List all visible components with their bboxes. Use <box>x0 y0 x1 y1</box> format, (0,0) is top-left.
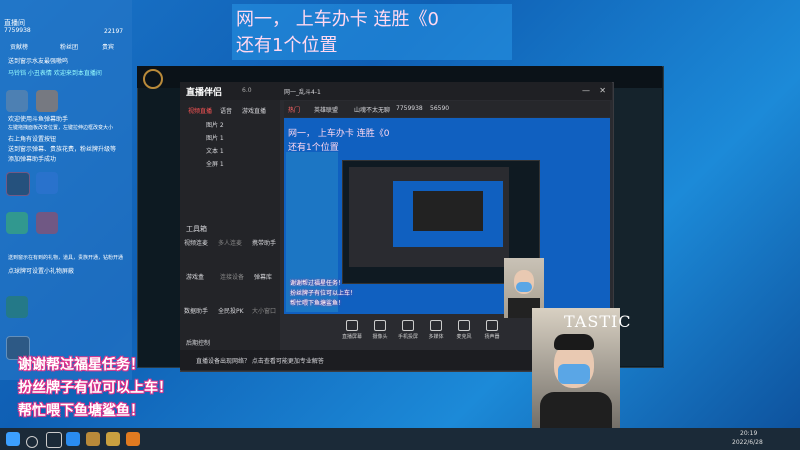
source-item[interactable]: 全屏 1 <box>206 159 224 168</box>
mask <box>558 364 590 384</box>
tool-item[interactable]: 连接设备 <box>220 272 244 281</box>
tool-item[interactable]: 后期控制 <box>186 338 210 347</box>
tool-item[interactable]: 视频连麦 <box>184 238 208 247</box>
overlay-line-2: 扮丝牌子有位可以上车！ <box>18 380 172 396</box>
stream-headline: 网一， 上车办卡 连胜《0 还有1个位置 <box>232 4 512 60</box>
media-icon <box>430 320 442 331</box>
tool-item[interactable]: 大小窗口 <box>252 306 276 315</box>
stream-preview: 网一， 上车办卡 连胜《0 还有1个位置 谢谢帮过福星任务！ 扮丝牌子有位可以上… <box>284 118 610 314</box>
screen-icon <box>346 320 358 331</box>
overlay-line-3: 帮忙喂下鱼塘鲨鱼！ <box>18 403 144 419</box>
toolbar-mobile-button[interactable]: 手机投屏 <box>396 320 420 340</box>
tab-game-live[interactable]: 游戏直播 <box>242 106 266 115</box>
toolbar-media-button[interactable]: 多媒体 <box>424 320 448 340</box>
app-icon-4[interactable] <box>126 432 140 446</box>
taskview-icon[interactable] <box>46 432 62 448</box>
chat-message: 送到窗示水友最强嗷呜 <box>8 58 69 65</box>
chat-message: 欢迎使用斗鱼弹幕助手 <box>8 116 69 123</box>
room-title: 网一_乱斗4-1 <box>284 89 321 96</box>
app-icon-3[interactable] <box>106 432 120 446</box>
chat-message: 左键拖拽面板改变位置，左键拉伸边框改变大小 <box>8 125 114 131</box>
source-item[interactable]: 图片 1 <box>206 133 224 142</box>
app-sidebar: 视频直播 语音 游戏直播 图片 2 图片 1 文本 1 全屏 1 工具箱 视频连… <box>180 100 280 350</box>
tool-item[interactable]: 游戏盒 <box>186 272 204 281</box>
toolbar-screen-button[interactable]: 直播屏幕 <box>340 320 364 340</box>
tool-item[interactable]: 数据助手 <box>184 306 208 315</box>
tab-vip[interactable]: 贵宾 <box>102 42 114 51</box>
source-item[interactable]: 文本 1 <box>206 146 224 155</box>
speaker-icon <box>486 320 498 331</box>
tool-item[interactable]: 携带助手 <box>252 238 276 247</box>
viewer-count: 22197 <box>104 28 124 35</box>
minimize-icon[interactable]: — <box>582 86 590 95</box>
network-notice[interactable]: 直播设备出现网络？ 点击查看可能更加专业解答 <box>196 356 324 365</box>
room-id: 7759938 <box>4 27 31 34</box>
app-version: 6.0 <box>242 87 252 94</box>
search-icon[interactable] <box>26 436 38 448</box>
room-tag: 英雄联盟 <box>314 107 339 114</box>
chat-message: 右上角有设置按钮 <box>8 136 57 143</box>
danmaku-panel: 直播间 7759938 22197 贡献榜 粉丝团 贵宾 送到窗示水友最强嗷呜 … <box>0 0 132 380</box>
room-id: 7759938 <box>396 105 423 112</box>
toolbar-camera-button[interactable]: 摄像头 <box>368 320 392 340</box>
app-icon-1[interactable] <box>66 432 80 446</box>
chat-message: 送到窗示在有到的礼物，道具，贵族开通，钻粉开通 <box>8 255 124 261</box>
taskbar-time: 20:19 <box>740 430 758 437</box>
mobile-icon <box>402 320 414 331</box>
start-icon[interactable] <box>6 432 20 446</box>
tab-voice[interactable]: 语音 <box>220 106 232 115</box>
tab-video-live[interactable]: 视频直播 <box>188 106 212 115</box>
overlay-line-1: 谢谢帮过福星任务！ <box>18 357 144 373</box>
chat-message: 送到窗示弹幕、贵族花费，粉丝牌升级等 <box>8 146 117 153</box>
headline-line-2: 还有1个位置 <box>236 35 338 56</box>
app-titlebar: 直播伴侣 6.0 网一_乱斗4-1 ✕ — <box>180 82 612 100</box>
preview-headline: 网一， 上车办卡 连胜《0 <box>288 129 390 139</box>
preview-overlay-2: 扮丝牌子有位可以上车！ <box>290 290 357 297</box>
chat-message: 点球牌可设置小礼物屏蔽 <box>8 268 75 275</box>
toolbar-mic-button[interactable]: 麦克风 <box>452 320 476 340</box>
toolbar-speaker-button[interactable]: 扬声器 <box>480 320 504 340</box>
hair <box>554 334 594 350</box>
source-item[interactable]: 图片 2 <box>206 120 224 129</box>
close-icon[interactable]: ✕ <box>599 86 606 95</box>
tab-contrib[interactable]: 贡献榜 <box>10 42 28 51</box>
taskbar-date: 2022/6/28 <box>732 439 763 446</box>
headline-line-1: 网一， 上车办卡 连胜《0 <box>236 9 439 30</box>
app-logo: 直播伴侣 <box>186 88 223 98</box>
tools-header: 工具箱 <box>186 225 207 233</box>
tab-fans[interactable]: 粉丝团 <box>60 42 78 51</box>
webcam-large: TASTIC <box>532 308 631 434</box>
tool-item[interactable]: 多人连麦 <box>218 238 242 247</box>
camera-icon <box>374 320 386 331</box>
preview-overlay-1: 谢谢帮过福星任务！ <box>290 280 345 287</box>
tool-item[interactable]: 全民投PK <box>218 306 244 315</box>
app-icon-2[interactable] <box>86 432 100 446</box>
taskbar <box>0 428 800 450</box>
game-logo-icon <box>143 69 163 89</box>
mask <box>516 282 532 292</box>
room-hot: 56590 <box>430 105 450 112</box>
preview-overlay-3: 帮忙喂下鱼塘鲨鱼！ <box>290 300 345 307</box>
room-tag: 山魂不太无聊 <box>354 107 391 114</box>
room-info-bar: 热门 英雄联盟 山魂不太无聊 7759938 56590 <box>284 101 610 117</box>
poster-text: TASTIC <box>564 312 632 331</box>
microphone-icon <box>458 320 470 331</box>
chat-message: 添加弹幕助手成功 <box>8 156 57 163</box>
tool-item[interactable]: 弹幕库 <box>254 272 272 281</box>
room-tag: 热门 <box>288 107 301 114</box>
chat-message: 马铃铛 小丑表情 欢迎来到本直播间 <box>8 70 102 77</box>
chat-tabs: 贡献榜 粉丝团 贵宾 <box>6 42 126 52</box>
